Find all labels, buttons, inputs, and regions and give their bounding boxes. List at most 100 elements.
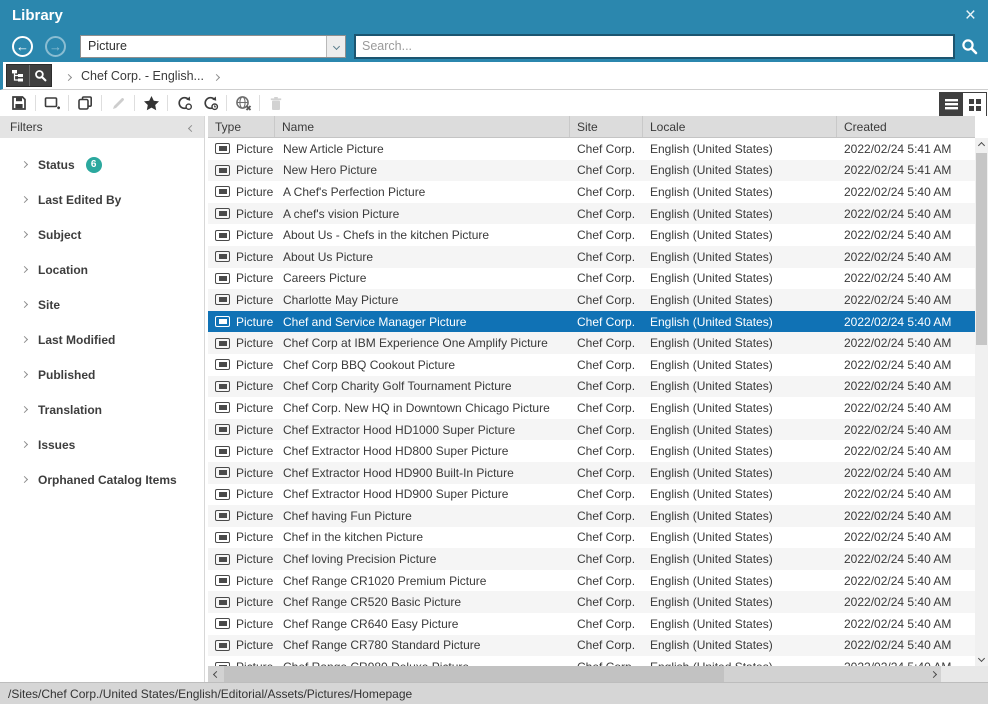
table-row[interactable]: PictureChef Extractor Hood HD900 Super P… [208,484,975,506]
favorite-button[interactable] [138,92,164,114]
type-label: Picture [236,423,273,437]
expand-icon [21,336,28,343]
table-row[interactable]: PictureAbout Us PictureChef Corp.English… [208,246,975,268]
cell-created: 2022/02/24 5:40 AM [837,354,975,376]
search-view-button[interactable] [29,65,51,86]
filter-item-label: Published [38,368,95,382]
delete-button[interactable] [263,92,289,114]
refresh-publish-button[interactable] [171,92,197,114]
cell-locale: English (United States) [643,591,837,613]
vertical-scrollbar[interactable] [975,138,988,666]
add-media-button[interactable] [39,92,65,114]
remove-language-button[interactable] [230,92,256,114]
cell-created: 2022/02/24 5:40 AM [837,635,975,657]
table-row[interactable]: PictureAbout Us - Chefs in the kitchen P… [208,224,975,246]
refresh-history-button[interactable] [197,92,223,114]
table-row[interactable]: PictureChef loving Precision PictureChef… [208,548,975,570]
column-header-name[interactable]: Name [275,116,570,137]
table-row[interactable]: PictureChef Extractor Hood HD900 Built-I… [208,462,975,484]
filter-item-subject[interactable]: Subject [0,217,204,252]
cell-name: Chef Range CR520 Basic Picture [275,591,570,613]
type-label: Picture [236,530,273,544]
list-view-button[interactable] [940,93,963,116]
filter-count-badge: 6 [86,157,102,173]
filter-item-status[interactable]: Status6 [0,147,204,182]
search-icon[interactable] [961,38,978,55]
search-input[interactable] [354,34,955,59]
cell-name: New Hero Picture [275,160,570,182]
table-row[interactable]: PictureNew Article PictureChef Corp.Engl… [208,138,975,160]
copy-button[interactable] [72,92,98,114]
filter-item-last-edited-by[interactable]: Last Edited By [0,182,204,217]
type-label: Picture [236,142,273,156]
back-button[interactable]: ← [12,36,33,57]
copy-icon [77,95,93,111]
table-row[interactable]: PictureChef Corp Charity Golf Tournament… [208,376,975,398]
cell-name: Chef Extractor Hood HD1000 Super Picture [275,419,570,441]
cell-locale: English (United States) [643,376,837,398]
picture-type-icon [215,554,230,565]
picture-type-icon [215,575,230,586]
table-row[interactable]: PictureA chef's vision PictureChef Corp.… [208,203,975,225]
cell-name: Chef Extractor Hood HD800 Super Picture [275,440,570,462]
scroll-left-icon[interactable] [208,666,224,682]
table-row[interactable]: PictureCareers PictureChef Corp.English … [208,268,975,290]
table-row[interactable]: PictureCharlotte May PictureChef Corp.En… [208,289,975,311]
table-row[interactable]: PictureChef Extractor Hood HD1000 Super … [208,419,975,441]
table-row[interactable]: PictureChef Corp. New HQ in Downtown Chi… [208,397,975,419]
cell-locale: English (United States) [643,160,837,182]
table-row[interactable]: PictureChef Range CR780 Standard Picture… [208,635,975,657]
picture-type-icon [215,446,230,457]
table-row[interactable]: PictureChef Range CR1020 Premium Picture… [208,570,975,592]
filter-item-last-modified[interactable]: Last Modified [0,322,204,357]
table-row[interactable]: PictureNew Hero PictureChef Corp.English… [208,160,975,182]
scroll-up-icon[interactable] [975,138,988,153]
filters-header: Filters [0,116,204,138]
tree-view-button[interactable] [7,65,29,86]
scroll-down-icon[interactable] [975,651,988,666]
table-row[interactable]: PictureChef Corp at IBM Experience One A… [208,332,975,354]
column-header-locale[interactable]: Locale [643,116,837,137]
cell-name: Chef Range CR1020 Premium Picture [275,570,570,592]
table-row[interactable]: PictureA Chef's Perfection PictureChef C… [208,181,975,203]
filter-item-location[interactable]: Location [0,252,204,287]
forward-button[interactable]: → [45,36,66,57]
table-row[interactable]: PictureChef Corp BBQ Cookout PictureChef… [208,354,975,376]
cell-name: Chef and Service Manager Picture [275,311,570,333]
table-row[interactable]: PictureChef Range CR640 Easy PictureChef… [208,613,975,635]
cell-site: Chef Corp. [570,376,643,398]
type-filter-dropdown[interactable]: Picture [80,35,346,58]
filter-item-issues[interactable]: Issues [0,427,204,462]
filter-item-site[interactable]: Site [0,287,204,322]
cell-site: Chef Corp. [570,527,643,549]
filter-item-published[interactable]: Published [0,357,204,392]
grid-view-button[interactable] [963,93,986,116]
cell-name: About Us Picture [275,246,570,268]
column-header-type[interactable]: Type [208,116,275,137]
filter-item-orphaned-catalog-items[interactable]: Orphaned Catalog Items [0,462,204,497]
table-row[interactable]: PictureChef Range CR520 Basic PictureChe… [208,591,975,613]
edit-button[interactable] [105,92,131,114]
scroll-right-icon[interactable] [925,666,941,682]
close-icon[interactable]: × [965,6,976,25]
cell-locale: English (United States) [643,332,837,354]
vertical-scrollbar-thumb[interactable] [976,153,987,345]
filter-item-translation[interactable]: Translation [0,392,204,427]
breadcrumb-item[interactable]: Chef Corp. - English... [81,69,204,83]
table-row[interactable]: PictureChef and Service Manager PictureC… [208,311,975,333]
cell-created: 2022/02/24 5:40 AM [837,570,975,592]
filters-title: Filters [10,120,43,134]
cell-type: Picture [208,613,275,635]
type-filter-value: Picture [81,39,127,53]
table-row[interactable]: PictureChef Extractor Hood HD800 Super P… [208,440,975,462]
horizontal-scrollbar-thumb[interactable] [224,666,724,682]
table-row[interactable]: PictureChef having Fun PictureChef Corp.… [208,505,975,527]
horizontal-scrollbar[interactable] [208,666,941,682]
column-header-created[interactable]: Created [837,116,975,137]
table-row[interactable]: PictureChef in the kitchen PictureChef C… [208,527,975,549]
item-path: /Sites/Chef Corp./United States/English/… [8,687,412,701]
table-row[interactable]: PictureChef Range CR980 Deluxe PictureCh… [208,656,975,666]
save-button[interactable] [6,92,32,114]
collapse-panel-icon[interactable] [189,120,194,134]
column-header-site[interactable]: Site [570,116,643,137]
